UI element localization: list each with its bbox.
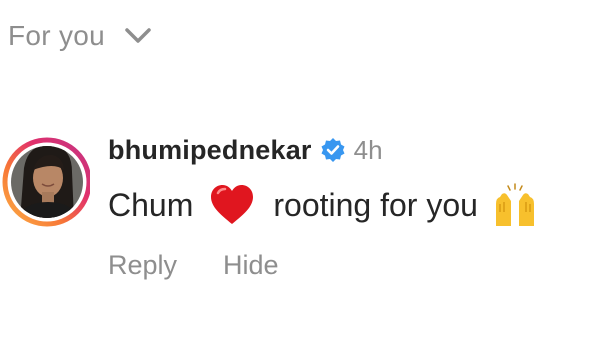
comment-meta: bhumipednekar 4h [108,132,600,168]
avatar[interactable] [2,128,90,238]
reply-button[interactable]: Reply [108,250,177,281]
comment-filter-label: For you [8,20,106,51]
verified-badge-icon [321,138,345,162]
comment-text-part-2: rooting for you [273,186,478,223]
heart-emoji-icon [211,185,254,224]
comment-thread-view: For you bhumipednekar 4h Chum rooting fo… [0,0,600,338]
comment-body: bhumipednekar 4h Chum rooting for you Re… [108,132,600,281]
chevron-down-icon [125,28,151,43]
comment-filter-dropdown[interactable]: For you [8,20,153,52]
comment-text: Chum rooting for you [108,180,600,230]
username-link[interactable]: bhumipednekar [108,135,312,166]
comment-timestamp: 4h [353,134,383,165]
hide-button[interactable]: Hide [223,250,279,281]
raising-hands-emoji-icon [495,183,534,226]
comment-actions: Reply Hide [108,250,600,281]
comment-text-part-1: Chum [108,186,194,223]
